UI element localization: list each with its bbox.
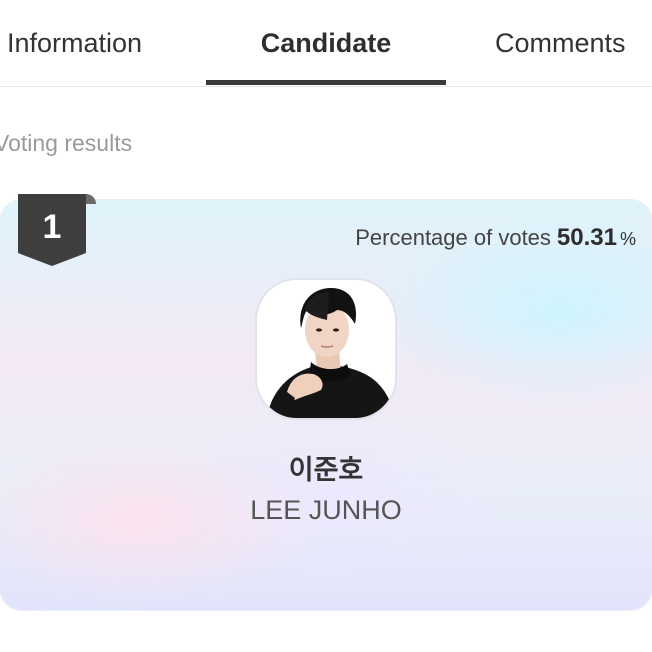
- vote-percentage-unit: %: [619, 229, 636, 249]
- rank-badge-fold: [86, 194, 96, 204]
- tab-candidate[interactable]: Candidate: [206, 0, 446, 86]
- tab-bar: Information Candidate Comments: [0, 0, 652, 87]
- tab-comments[interactable]: Comments: [495, 0, 626, 86]
- candidate-name-korean: 이준호: [288, 455, 364, 486]
- vote-percentage-value: 50.31: [556, 224, 617, 251]
- vote-percentage: Percentage of votes 50.31%: [355, 224, 636, 252]
- vote-percentage-label: Percentage of votes: [355, 225, 551, 250]
- candidate-photo: [257, 280, 395, 418]
- rank-badge: 1: [18, 194, 86, 266]
- active-tab-indicator: [206, 80, 446, 85]
- tab-information[interactable]: Information: [7, 0, 142, 86]
- section-title: Voting results: [0, 130, 133, 156]
- candidate-name-english: LEE JUNHO: [250, 495, 402, 525]
- candidate-avatar: [257, 280, 395, 418]
